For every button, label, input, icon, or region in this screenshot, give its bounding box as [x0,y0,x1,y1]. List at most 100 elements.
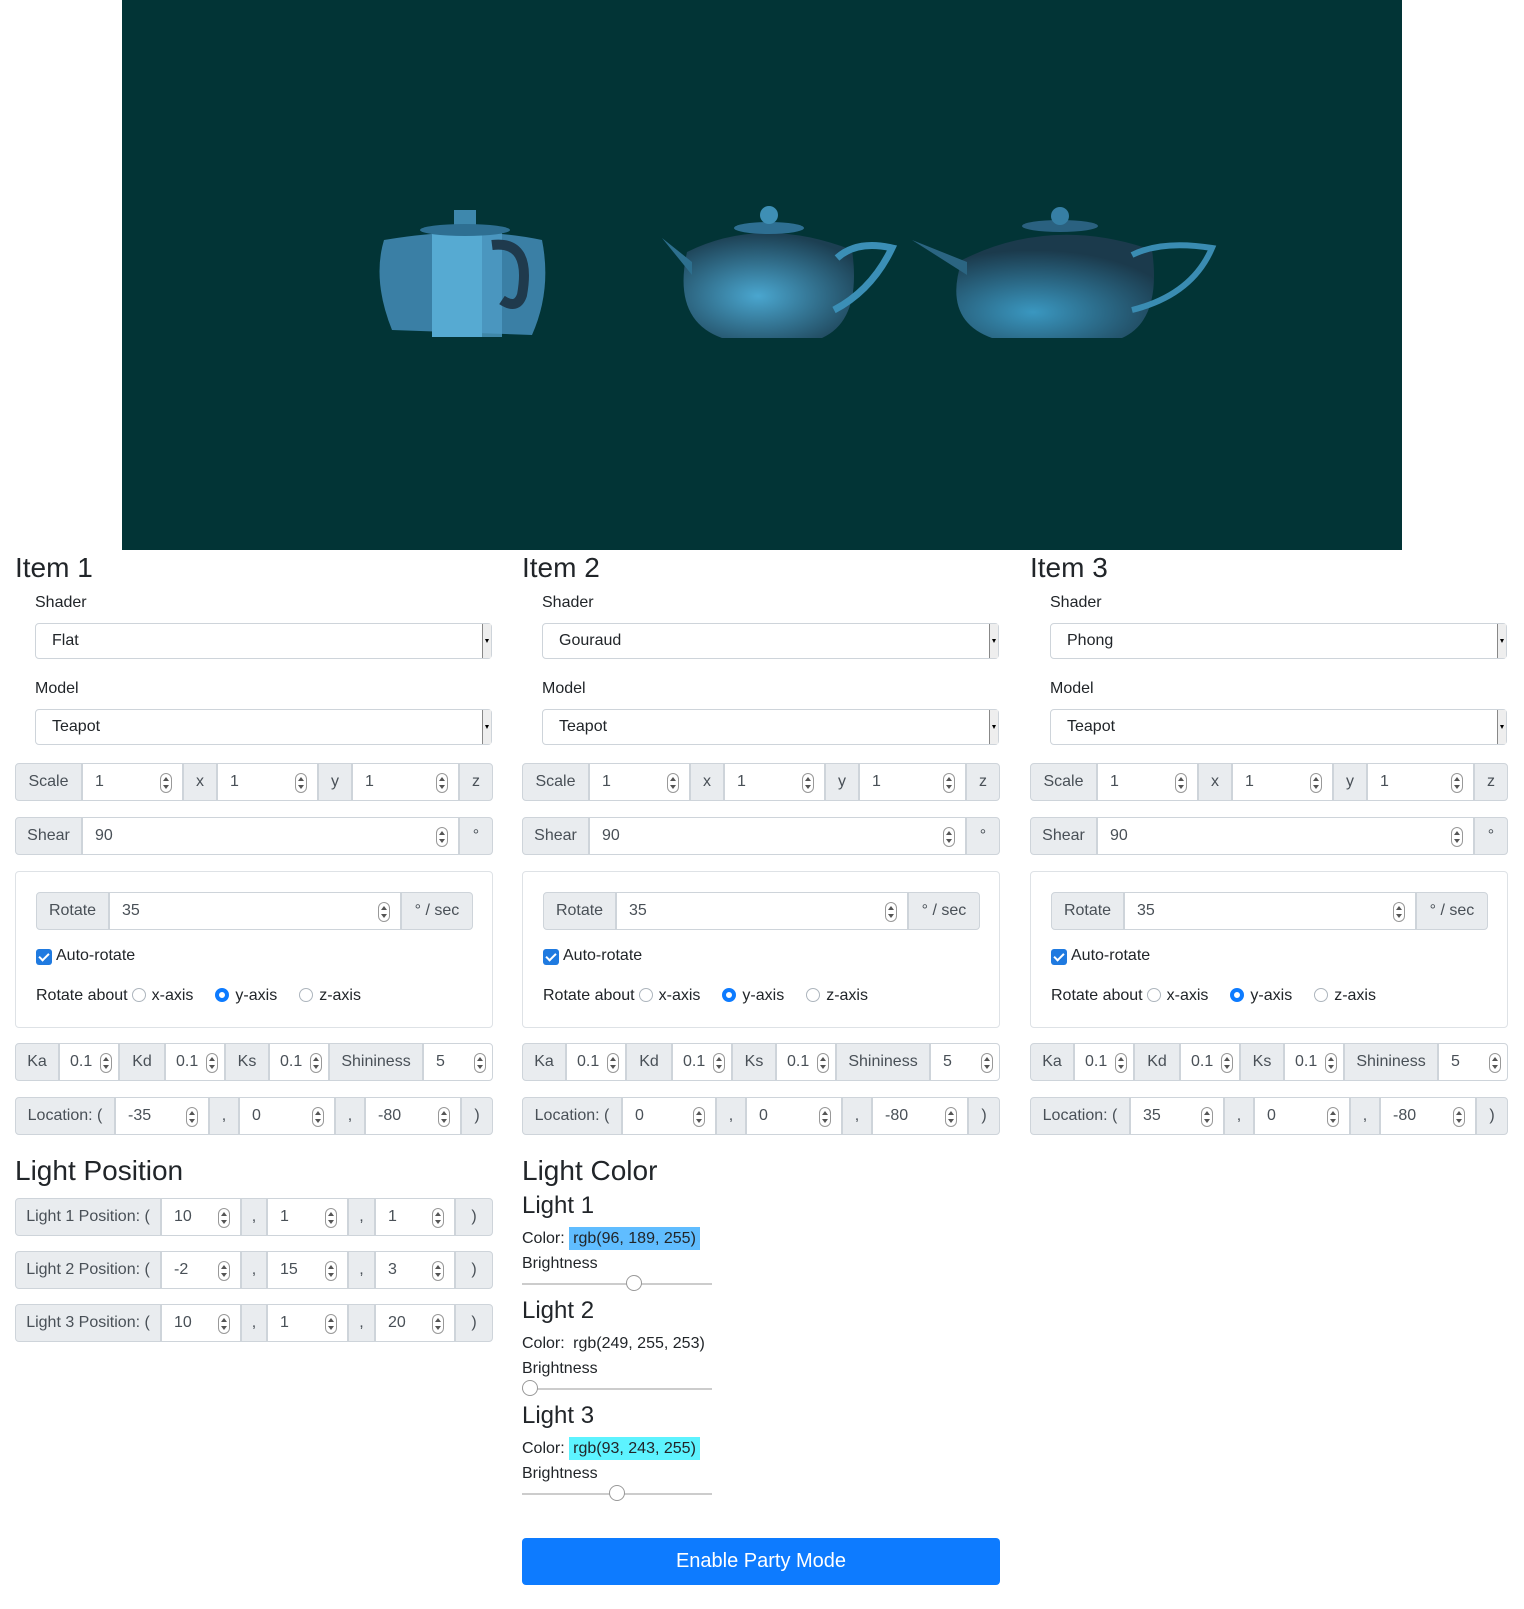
slider-handle[interactable] [522,1380,538,1396]
light-x-input[interactable]: 10 [161,1198,241,1236]
ka-input[interactable]: 0.1 [59,1043,119,1081]
light-z-input[interactable]: 3 [375,1251,455,1289]
spinner-icon[interactable] [474,1053,486,1073]
spinner-icon[interactable] [295,773,307,793]
spinner-icon[interactable] [981,1053,993,1073]
kd-input[interactable]: 0.1 [1180,1043,1240,1081]
spinner-icon[interactable] [1325,1053,1337,1073]
light-x-input[interactable]: -2 [161,1251,241,1289]
spinner-icon[interactable] [1327,1107,1339,1127]
light-z-input[interactable]: 20 [375,1304,455,1342]
rotate-input[interactable]: 35 [109,892,401,930]
light-z-input[interactable]: 1 [375,1198,455,1236]
scale-x-input[interactable]: 1 [589,763,690,801]
spinner-icon[interactable] [1310,773,1322,793]
spinner-icon[interactable] [1451,773,1463,793]
y-axis-radio[interactable] [722,988,737,1002]
spinner-icon[interactable] [1451,827,1463,847]
auto-rotate-checkbox[interactable] [1051,949,1067,965]
kd-input[interactable]: 0.1 [165,1043,225,1081]
spinner-icon[interactable] [667,773,679,793]
spinner-icon[interactable] [325,1314,337,1334]
scale-y-input[interactable]: 1 [724,763,825,801]
z-axis-radio[interactable] [806,988,821,1002]
y-axis-radio[interactable] [1230,988,1245,1002]
brightness-slider[interactable] [522,1485,712,1501]
spinner-icon[interactable] [885,902,897,922]
scale-z-input[interactable]: 1 [859,763,966,801]
spinner-icon[interactable] [218,1261,230,1281]
slider-handle[interactable] [609,1485,625,1501]
spinner-icon[interactable] [325,1208,337,1228]
spinner-icon[interactable] [802,773,814,793]
light-y-input[interactable]: 1 [267,1198,348,1236]
location-x-input[interactable]: 35 [1130,1097,1224,1135]
spinner-icon[interactable] [218,1314,230,1334]
spinner-icon[interactable] [943,827,955,847]
color-picker[interactable]: rgb(249, 255, 253) [569,1332,709,1355]
scale-z-input[interactable]: 1 [352,763,459,801]
light-y-input[interactable]: 15 [267,1251,348,1289]
model-select[interactable]: Teapot [542,709,999,745]
y-axis-radio[interactable] [215,988,230,1002]
spinner-icon[interactable] [325,1261,337,1281]
spinner-icon[interactable] [943,773,955,793]
auto-rotate-checkbox[interactable] [543,949,559,965]
shader-select[interactable]: Gouraud [542,623,999,659]
enable-party-mode-button[interactable]: Enable Party Mode [522,1538,1000,1585]
spinner-icon[interactable] [1453,1107,1465,1127]
z-axis-radio[interactable] [1314,988,1329,1002]
spinner-icon[interactable] [1175,773,1187,793]
ka-input[interactable]: 0.1 [566,1043,626,1081]
location-x-input[interactable]: 0 [622,1097,716,1135]
light-y-input[interactable]: 1 [267,1304,348,1342]
location-x-input[interactable]: -35 [115,1097,209,1135]
spinner-icon[interactable] [160,773,172,793]
spinner-icon[interactable] [432,1261,444,1281]
location-y-input[interactable]: 0 [1254,1097,1350,1135]
spinner-icon[interactable] [713,1053,725,1073]
spinner-icon[interactable] [438,1107,450,1127]
ka-input[interactable]: 0.1 [1074,1043,1134,1081]
spinner-icon[interactable] [310,1053,322,1073]
shear-input[interactable]: 90 [589,817,966,855]
model-select[interactable]: Teapot [1050,709,1507,745]
ks-input[interactable]: 0.1 [269,1043,329,1081]
color-picker[interactable]: rgb(93, 243, 255) [569,1437,700,1460]
spinner-icon[interactable] [1115,1053,1127,1073]
spinner-icon[interactable] [378,902,390,922]
location-z-input[interactable]: -80 [1380,1097,1476,1135]
spinner-icon[interactable] [817,1053,829,1073]
shear-input[interactable]: 90 [1097,817,1474,855]
shininess-input[interactable]: 5 [930,1043,1000,1081]
spinner-icon[interactable] [1201,1107,1213,1127]
rotate-input[interactable]: 35 [616,892,908,930]
spinner-icon[interactable] [607,1053,619,1073]
location-y-input[interactable]: 0 [239,1097,335,1135]
shader-select[interactable]: Flat [35,623,492,659]
scale-y-input[interactable]: 1 [1232,763,1333,801]
spinner-icon[interactable] [218,1208,230,1228]
spinner-icon[interactable] [432,1314,444,1334]
brightness-slider[interactable] [522,1275,712,1291]
ks-input[interactable]: 0.1 [1284,1043,1344,1081]
color-picker[interactable]: rgb(96, 189, 255) [569,1227,700,1250]
shininess-input[interactable]: 5 [423,1043,493,1081]
spinner-icon[interactable] [312,1107,324,1127]
rotate-input[interactable]: 35 [1124,892,1416,930]
x-axis-radio[interactable] [1146,988,1161,1002]
z-axis-radio[interactable] [299,988,314,1002]
spinner-icon[interactable] [186,1107,198,1127]
spinner-icon[interactable] [819,1107,831,1127]
webgl-canvas[interactable] [122,0,1402,550]
shear-input[interactable]: 90 [82,817,459,855]
location-z-input[interactable]: -80 [365,1097,461,1135]
spinner-icon[interactable] [100,1053,112,1073]
location-y-input[interactable]: 0 [746,1097,842,1135]
x-axis-radio[interactable] [638,988,653,1002]
kd-input[interactable]: 0.1 [672,1043,732,1081]
location-z-input[interactable]: -80 [872,1097,968,1135]
spinner-icon[interactable] [1393,902,1405,922]
auto-rotate-checkbox[interactable] [36,949,52,965]
x-axis-radio[interactable] [131,988,146,1002]
